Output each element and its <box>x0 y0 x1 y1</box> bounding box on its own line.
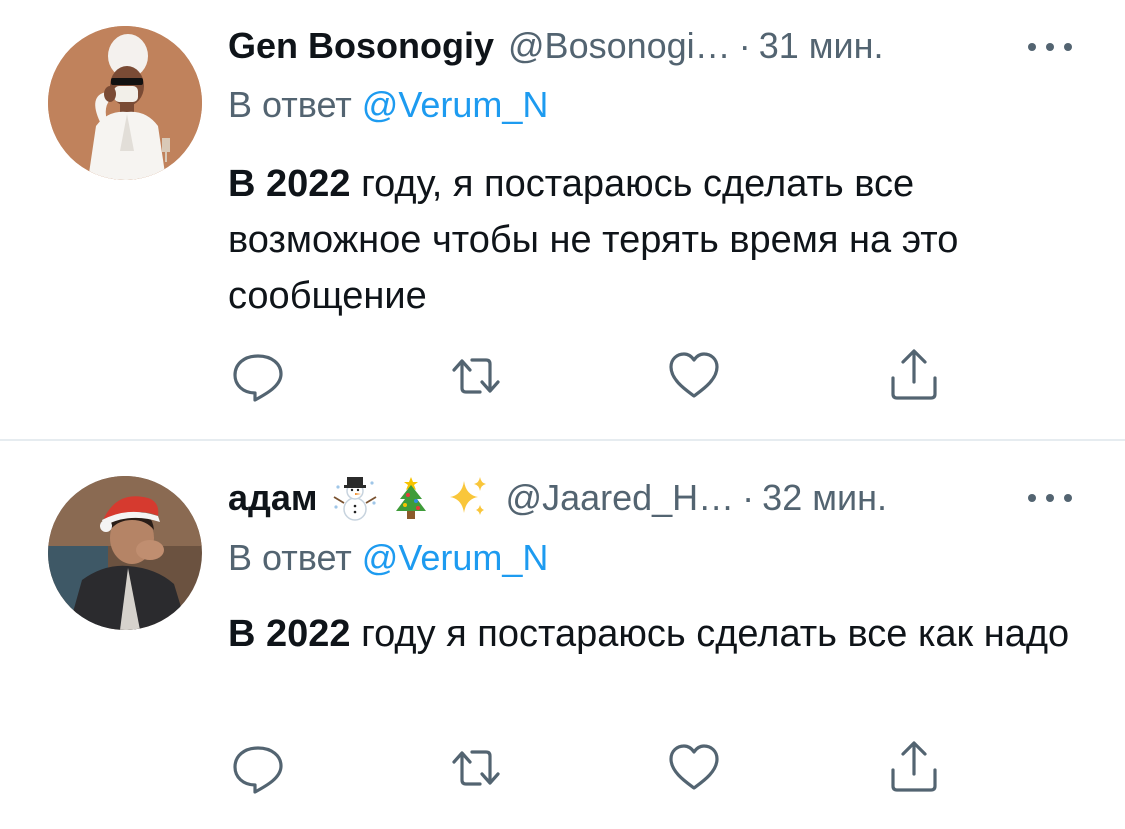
snowman-icon <box>333 477 376 521</box>
christmas-tree-icon <box>395 477 426 519</box>
user-handle[interactable]: @Bosonogi… <box>508 25 731 67</box>
reply-mention-link[interactable]: @Verum_N <box>362 537 549 578</box>
reply-mention-link[interactable]: @Verum_N <box>362 84 549 125</box>
more-icon[interactable] <box>1026 491 1074 503</box>
more-icon[interactable] <box>1026 40 1074 52</box>
retweet-button[interactable] <box>448 348 504 404</box>
tweet-header: адам @Jaared_H… · 32 мин. <box>228 474 887 522</box>
like-icon <box>669 352 719 398</box>
tweet-text: В 2022 году я постараюсь сделать все как… <box>228 606 1098 662</box>
share-icon <box>891 741 937 792</box>
display-name[interactable]: Gen Bosonogiy <box>228 25 494 67</box>
share-button[interactable] <box>886 348 942 404</box>
timestamp[interactable]: 32 мин. <box>762 477 887 519</box>
tweet-header: Gen Bosonogiy @Bosonogi… · 31 мин. <box>228 22 883 70</box>
tweet[interactable]: адам @Jaared_H… · 32 мин. В ответ @Verum… <box>0 441 1125 829</box>
like-icon <box>669 744 719 790</box>
share-icon <box>891 349 937 400</box>
reply-button[interactable] <box>230 740 286 796</box>
tweet-text: В 2022 году, я постараюсь сделать все во… <box>228 156 1098 324</box>
tweet[interactable]: Gen Bosonogiy @Bosonogi… · 31 мин. В отв… <box>0 0 1125 440</box>
reply-button[interactable] <box>230 348 286 404</box>
avatar[interactable] <box>48 476 202 630</box>
retweet-icon <box>452 358 500 394</box>
timestamp[interactable]: 31 мин. <box>759 25 884 67</box>
user-handle[interactable]: @Jaared_H… <box>506 477 735 519</box>
sparkles-icon <box>449 477 486 515</box>
tweet-text-bold: В 2022 <box>228 163 351 205</box>
reply-icon <box>233 354 283 402</box>
tweet-text-bold: В 2022 <box>228 613 351 655</box>
reply-context: В ответ @Verum_N <box>228 537 548 579</box>
reply-context: В ответ @Verum_N <box>228 84 548 126</box>
separator: · <box>742 477 755 518</box>
reply-prefix: В ответ <box>228 84 352 125</box>
display-name[interactable]: адам <box>228 477 318 519</box>
tweet-text-body: году я постараюсь сделать все как надо <box>350 613 1070 655</box>
avatar[interactable] <box>48 26 202 180</box>
separator: · <box>738 25 751 66</box>
reply-prefix: В ответ <box>228 537 352 578</box>
share-button[interactable] <box>886 740 942 796</box>
like-button[interactable] <box>666 740 722 796</box>
name-emojis <box>330 473 492 523</box>
like-button[interactable] <box>666 348 722 404</box>
retweet-button[interactable] <box>448 740 504 796</box>
retweet-icon <box>452 750 500 786</box>
reply-icon <box>233 746 283 794</box>
